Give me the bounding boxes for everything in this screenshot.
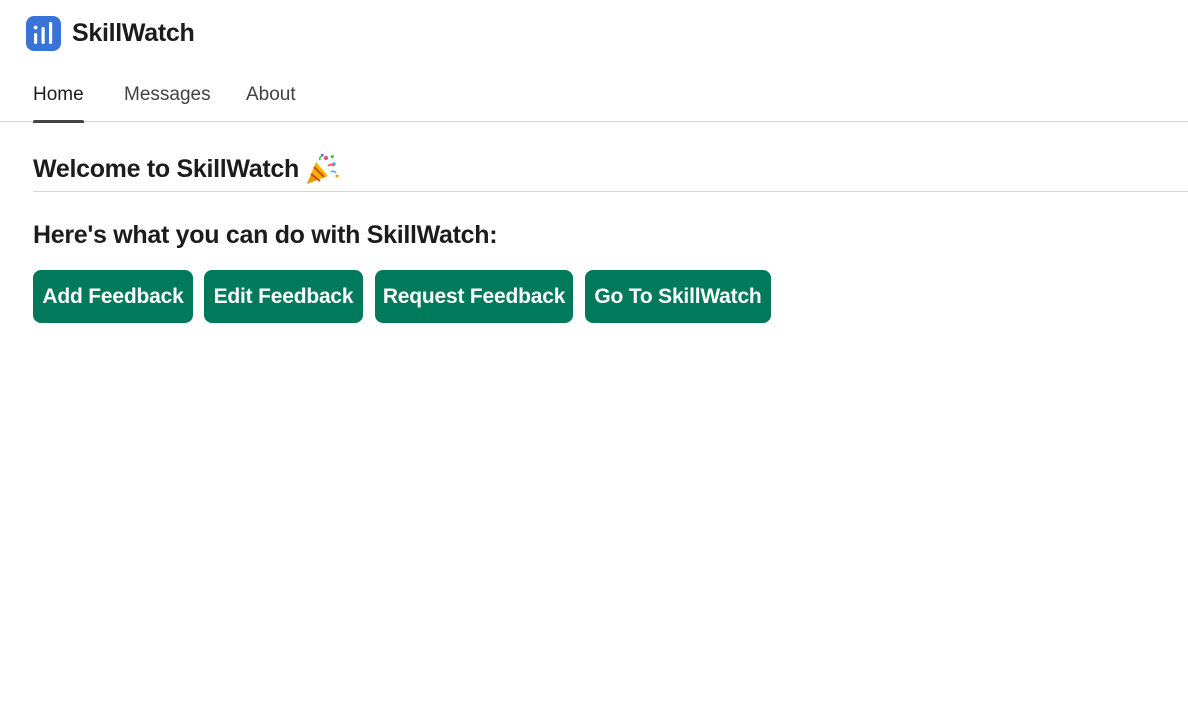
party-popper-icon: [304, 152, 340, 186]
welcome-heading: Welcome to SkillWatch: [33, 152, 340, 186]
app-home-view: SkillWatch Home Messages About Welcome t…: [0, 0, 1188, 720]
tab-bar: Home Messages About: [0, 80, 1188, 123]
bar-chart-icon: [26, 15, 61, 51]
tab-home[interactable]: Home: [33, 84, 84, 123]
tab-messages[interactable]: Messages: [124, 84, 211, 122]
welcome-title: Welcome to SkillWatch: [33, 154, 299, 183]
go-to-skillwatch-button[interactable]: Go To SkillWatch: [585, 270, 771, 323]
app-name: SkillWatch: [72, 18, 195, 47]
tab-about[interactable]: About: [246, 84, 296, 122]
request-feedback-button[interactable]: Request Feedback: [375, 270, 573, 323]
edit-feedback-button[interactable]: Edit Feedback: [204, 270, 363, 323]
add-feedback-button[interactable]: Add Feedback: [33, 270, 193, 323]
app-header: SkillWatch: [26, 14, 195, 52]
section-divider: [33, 191, 1188, 192]
actions-subheading: Here's what you can do with SkillWatch:: [33, 221, 498, 249]
